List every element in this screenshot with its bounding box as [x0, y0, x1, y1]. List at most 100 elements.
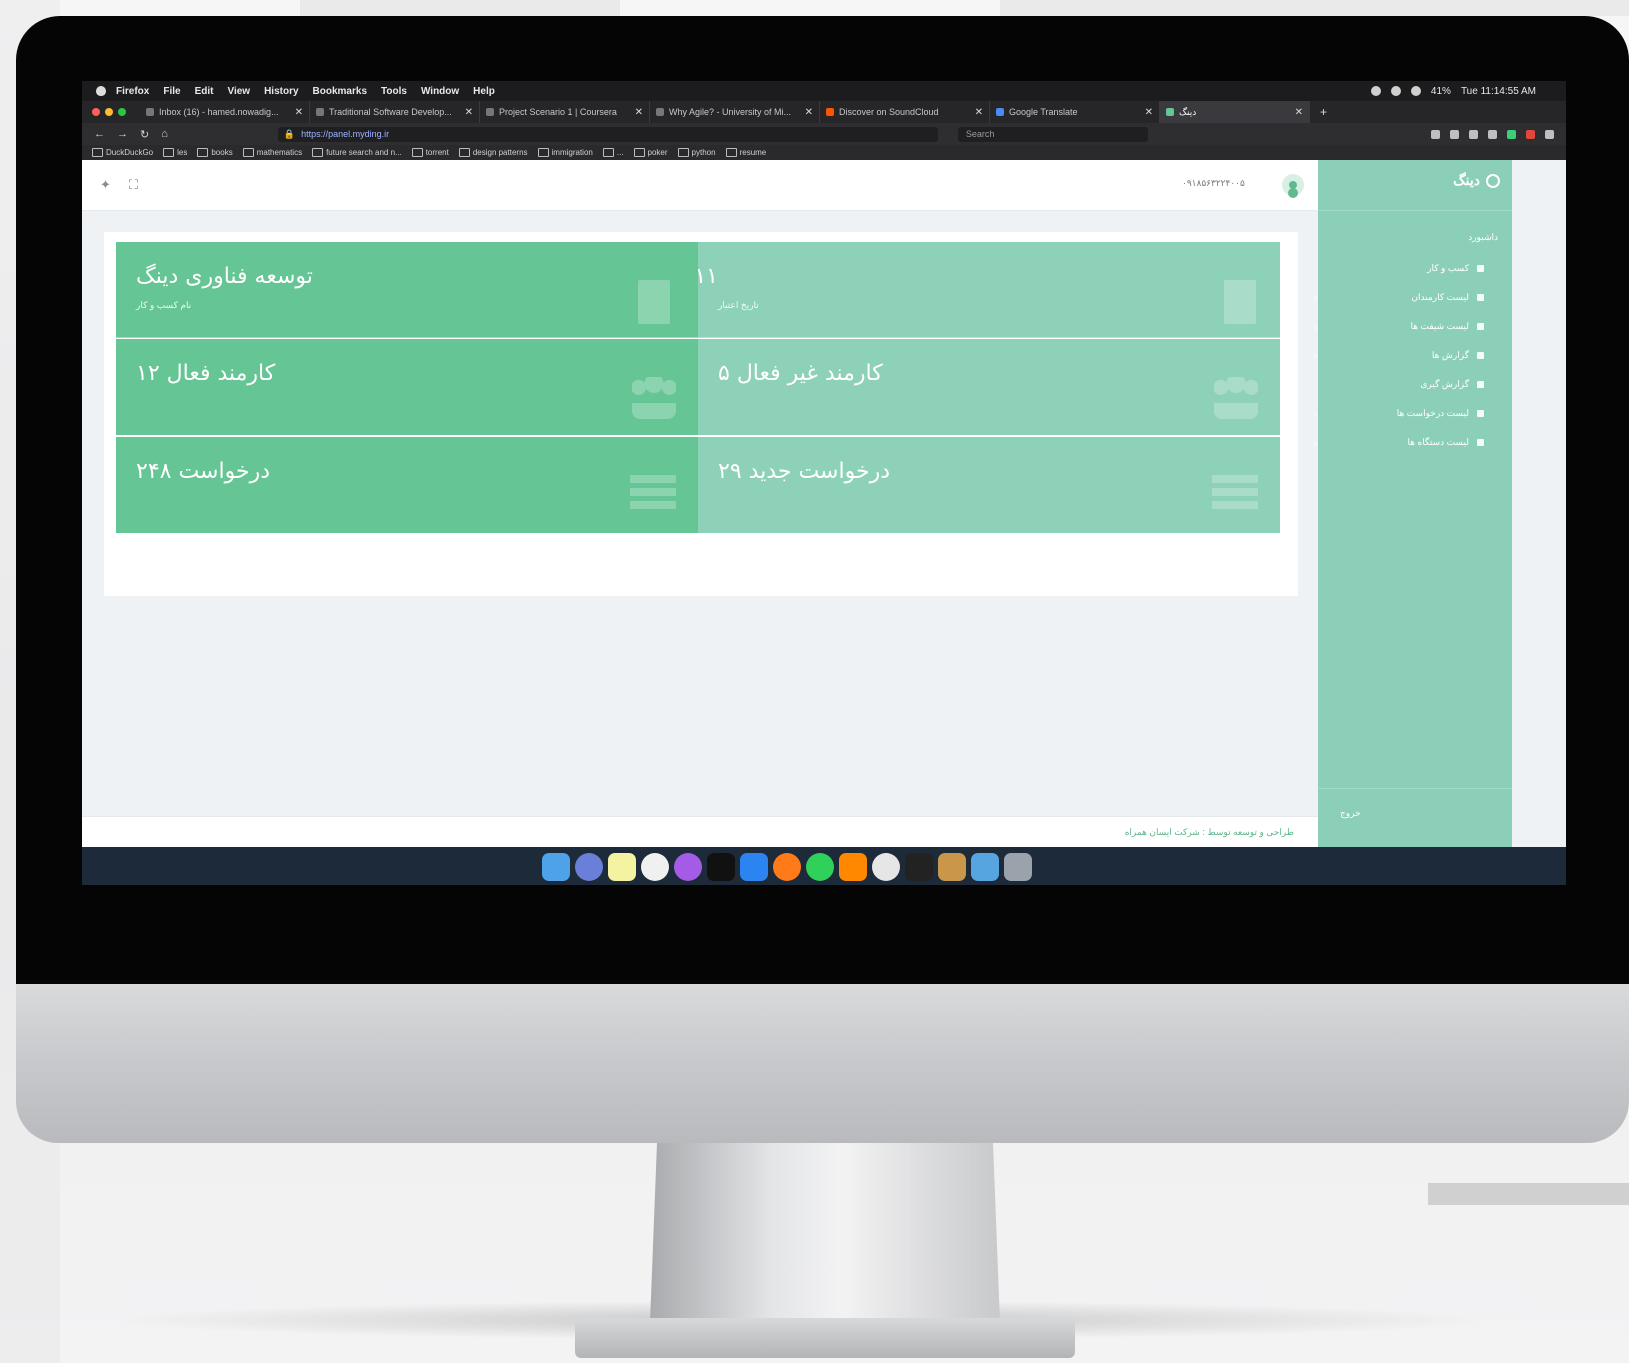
close-tab-icon[interactable]: ✕: [631, 107, 643, 118]
chevron-left-icon: ‹: [1314, 292, 1317, 303]
reload-icon[interactable]: ↻: [140, 128, 149, 141]
browser-tab[interactable]: Google Translate ✕: [990, 101, 1160, 123]
bookmark[interactable]: immigration: [537, 148, 593, 157]
browser-tab[interactable]: Project Scenario 1 | Coursera ✕: [480, 101, 650, 123]
menu-bookmarks[interactable]: Bookmarks: [313, 86, 367, 97]
close-window-button[interactable]: [92, 108, 100, 116]
whatsapp-icon[interactable]: [806, 853, 834, 881]
bookmark[interactable]: les: [163, 148, 187, 157]
wifi-icon[interactable]: [1390, 86, 1401, 96]
sidebar-item-business[interactable]: کسب و کار: [1314, 254, 1484, 283]
bookmark-label: resume: [739, 148, 767, 157]
search-icon[interactable]: [1370, 86, 1381, 96]
firefox-icon[interactable]: [773, 853, 801, 881]
browser-tab[interactable]: Inbox (16) - hamed.nowadig... ✕: [140, 101, 310, 123]
notebook-icon[interactable]: [938, 853, 966, 881]
launchpad-icon[interactable]: [575, 853, 603, 881]
menu-history[interactable]: History: [264, 86, 298, 97]
status-area: 41% Tue 11:14:55 AM: [1370, 86, 1566, 97]
url-bar[interactable]: 🔒 https://panel.myding.ir: [277, 126, 938, 142]
volume-icon[interactable]: [1410, 86, 1421, 96]
menu-view[interactable]: View: [227, 86, 250, 97]
forward-icon[interactable]: →: [117, 128, 128, 140]
finder-icon[interactable]: [542, 853, 570, 881]
extension-icon[interactable]: [1469, 129, 1478, 139]
menu-help[interactable]: Help: [473, 86, 495, 97]
hamburger-menu-icon[interactable]: [1545, 129, 1554, 139]
zoom-window-button[interactable]: [118, 108, 126, 116]
fullscreen-icon[interactable]: ⛶: [129, 177, 138, 193]
bookmark[interactable]: future search and n...: [312, 148, 402, 157]
back-icon[interactable]: ←: [94, 128, 105, 140]
sidebar-item-devices[interactable]: ‹ لیست دستگاه ها: [1314, 428, 1484, 457]
browser-tab[interactable]: Traditional Software Develop... ✕: [310, 101, 480, 123]
notes-icon[interactable]: [608, 853, 636, 881]
menu-app[interactable]: Firefox: [116, 86, 149, 97]
brand[interactable]: دینگ: [1453, 172, 1500, 189]
chrome-icon[interactable]: [872, 853, 900, 881]
browser-tab-active[interactable]: دینگ ✕: [1160, 101, 1310, 123]
extension-icon[interactable]: [1526, 129, 1535, 139]
sidebar-item-employees[interactable]: ‹ لیست کارمندان: [1314, 283, 1484, 312]
sidebar-item-label: لیست کارمندان: [1411, 292, 1469, 302]
battery-percent[interactable]: 41%: [1431, 86, 1451, 97]
sidebar-item-requests[interactable]: ‹ لیست درخواست ها: [1314, 399, 1484, 428]
downloads-folder-icon[interactable]: [971, 853, 999, 881]
close-tab-icon[interactable]: ✕: [1141, 107, 1153, 118]
user-phone[interactable]: ۰۹۱۸۵۶۳۲۲۴۰۰۵: [1182, 178, 1245, 189]
bookmark[interactable]: torrent: [411, 148, 449, 157]
bookmark[interactable]: DuckDuckGo: [92, 148, 153, 157]
monitor-stand-neck: [650, 1143, 1000, 1323]
bookmark[interactable]: design patterns: [458, 148, 528, 157]
vlc-icon[interactable]: [839, 853, 867, 881]
apple-icon[interactable]: [96, 86, 106, 96]
terminal-icon[interactable]: [905, 853, 933, 881]
settings-icon[interactable]: ✦: [100, 177, 111, 193]
bookmark[interactable]: poker: [633, 148, 668, 157]
bookmark[interactable]: books: [197, 148, 233, 157]
browser-tab[interactable]: Discover on SoundCloud ✕: [820, 101, 990, 123]
sidebar-item-shifts[interactable]: ‹ لیست شیفت ها: [1314, 312, 1484, 341]
coursera-icon: [316, 108, 324, 116]
user-avatar-icon[interactable]: [1282, 174, 1304, 196]
bookmark[interactable]: mathematics: [242, 148, 302, 157]
bookmark-label: books: [211, 148, 233, 157]
building-icon: [1224, 280, 1256, 324]
menu-file[interactable]: File: [163, 86, 180, 97]
tile-date: ۱۳۹۹-۰۴-۱۱ تاریخ اعتبار: [698, 242, 1280, 338]
podcasts-icon[interactable]: [674, 853, 702, 881]
ding-icon: [1166, 108, 1174, 116]
menubar-clock[interactable]: Tue 11:14:55 AM: [1461, 86, 1536, 97]
sidebar-item-reports[interactable]: ‹ گزارش ها: [1314, 341, 1484, 370]
menu-edit[interactable]: Edit: [195, 86, 214, 97]
browser-tab[interactable]: Why Agile? - University of Mi... ✕: [650, 101, 820, 123]
menu-window[interactable]: Window: [421, 86, 459, 97]
bookmark[interactable]: resume: [725, 148, 767, 157]
logout-button[interactable]: خروج: [1340, 808, 1361, 819]
sidebar-icon[interactable]: [1450, 129, 1459, 139]
trash-icon[interactable]: [1004, 853, 1032, 881]
new-tab-icon[interactable]: +: [1320, 105, 1327, 119]
close-tab-icon[interactable]: ✕: [291, 107, 303, 118]
extension-icon[interactable]: [1507, 129, 1516, 139]
library-icon[interactable]: [1431, 129, 1440, 139]
sidebar-dashboard[interactable]: داشبورد: [1468, 232, 1498, 243]
minimize-window-button[interactable]: [105, 108, 113, 116]
close-tab-icon[interactable]: ✕: [801, 107, 813, 118]
music-icon[interactable]: [641, 853, 669, 881]
extension-icon[interactable]: [1488, 129, 1497, 139]
bookmark[interactable]: ...: [602, 148, 624, 157]
close-tab-icon[interactable]: ✕: [971, 107, 983, 118]
tv-icon[interactable]: [707, 853, 735, 881]
search-input[interactable]: Search: [957, 126, 1148, 142]
app-store-icon[interactable]: [740, 853, 768, 881]
home-icon[interactable]: ⌂: [161, 128, 168, 140]
sidebar-item-reporting[interactable]: گزارش گیری: [1314, 370, 1484, 399]
menu-tools[interactable]: Tools: [381, 86, 407, 97]
close-tab-icon[interactable]: ✕: [1291, 107, 1303, 118]
footer-credit[interactable]: طراحی و توسعه توسط : شرکت ایسان همراه: [1125, 827, 1294, 838]
bookmark[interactable]: python: [677, 148, 716, 157]
bookmark-label: ...: [616, 148, 624, 157]
tile-company: توسعه فناوری دینگ نام کسب و کار: [116, 242, 698, 338]
close-tab-icon[interactable]: ✕: [461, 107, 473, 118]
